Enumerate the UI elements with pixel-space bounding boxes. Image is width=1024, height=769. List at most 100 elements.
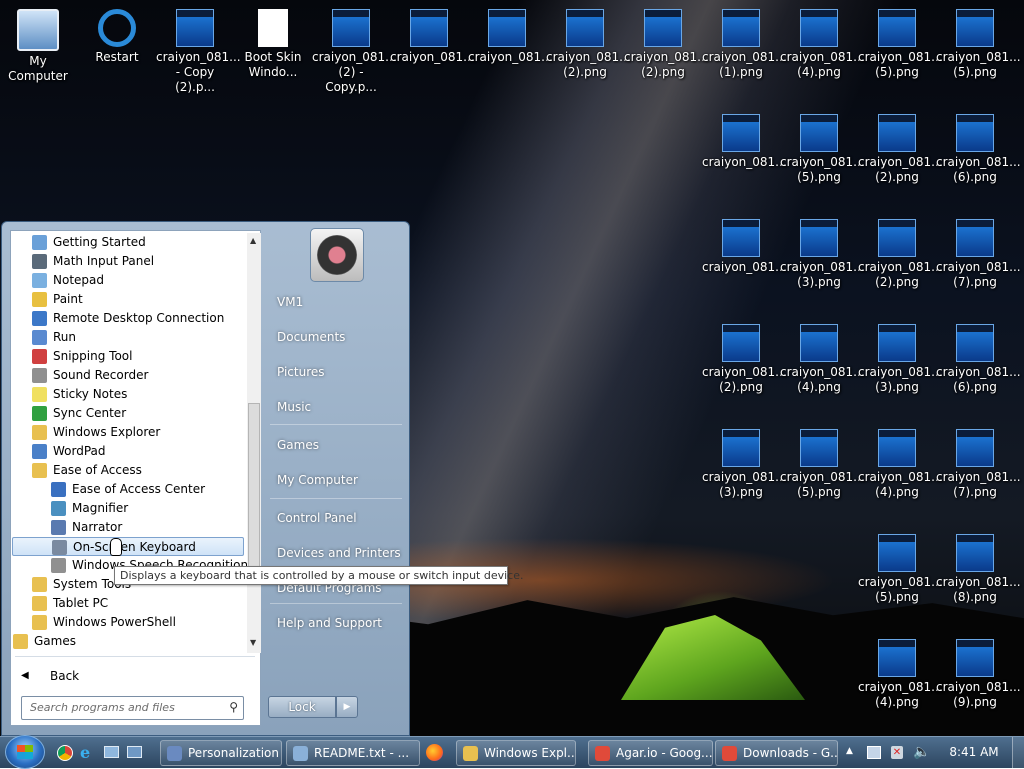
- action-center-tray-icon[interactable]: ✕: [891, 746, 903, 759]
- right-pane-item[interactable]: Games: [269, 431, 412, 459]
- start-button[interactable]: [5, 735, 45, 769]
- desktop-icon[interactable]: craiyon_081... (2).png: [702, 320, 787, 395]
- clock[interactable]: 8:41 AM: [944, 737, 1004, 768]
- program-item[interactable]: Ease of Access: [11, 461, 243, 480]
- firefox-taskbar-icon[interactable]: [426, 744, 443, 761]
- search-icon[interactable]: ⚲: [229, 700, 238, 714]
- desktop-icon[interactable]: craiyon_081... (5).png: [858, 530, 943, 605]
- program-item[interactable]: Sound Recorder: [11, 366, 243, 385]
- desktop-icon-label: craiyon_081...: [390, 50, 475, 64]
- desktop-icon[interactable]: craiyon_081... (3).png: [780, 215, 865, 290]
- program-item[interactable]: Snipping Tool: [11, 347, 243, 366]
- taskbar-button[interactable]: Personalization: [160, 740, 282, 766]
- right-pane-item[interactable]: Devices and Printers: [269, 539, 412, 567]
- desktop-icon[interactable]: craiyon_081... (7).png: [936, 215, 1021, 290]
- keyboard-icon: [52, 540, 67, 555]
- program-item[interactable]: Tablet PC: [11, 594, 243, 613]
- desktop-icon[interactable]: craiyon_081... (8).png: [936, 530, 1021, 605]
- shutdown-options-button[interactable]: ▶: [336, 696, 358, 718]
- right-pane-item[interactable]: Pictures: [269, 358, 412, 386]
- search-box[interactable]: Search programs and files ⚲: [21, 696, 244, 720]
- desktop-icon[interactable]: craiyon_081... (4).png: [858, 635, 943, 710]
- desktop-icon[interactable]: craiyon_081... (2).png: [858, 110, 943, 185]
- desktop-icon-label: (9).png: [953, 695, 997, 709]
- network-tray-icon[interactable]: [867, 746, 881, 759]
- lock-button[interactable]: Lock: [268, 696, 336, 718]
- desktop-icon[interactable]: craiyon_081...: [702, 215, 787, 275]
- desktop-icon[interactable]: craiyon_081... (3).png: [702, 425, 787, 500]
- desktop-icon[interactable]: craiyon_081... (1).png: [702, 5, 787, 80]
- image-file-icon: [800, 219, 838, 257]
- right-pane-label: VM1: [277, 295, 304, 309]
- program-list-scrollbar[interactable]: ▲ ▼: [247, 233, 261, 653]
- ie-quicklaunch-icon[interactable]: e: [80, 744, 97, 761]
- program-item[interactable]: Notepad: [11, 271, 243, 290]
- program-item[interactable]: Ease of Access Center: [11, 480, 243, 499]
- desktop-icon[interactable]: craiyon_081...: [390, 5, 475, 65]
- chrome-quicklaunch-icon[interactable]: [57, 745, 73, 761]
- right-pane-item[interactable]: Control Panel: [269, 504, 412, 532]
- right-pane-item[interactable]: VM1: [269, 288, 412, 316]
- app-icon: [722, 746, 737, 761]
- program-item[interactable]: Sticky Notes: [11, 385, 243, 404]
- back-button[interactable]: ◀ Back: [17, 665, 247, 687]
- taskbar-button[interactable]: Windows Expl...: [456, 740, 576, 766]
- desktop-icon-label: (3).png: [719, 485, 763, 499]
- desktop-icon[interactable]: craiyon_081... (5).png: [936, 5, 1021, 80]
- program-item[interactable]: Remote Desktop Connection: [11, 309, 243, 328]
- right-pane-item[interactable]: Help and Support: [269, 609, 412, 637]
- program-item[interactable]: Run: [11, 328, 243, 347]
- program-item[interactable]: WordPad: [11, 442, 243, 461]
- desktop-quicklaunch-icon[interactable]: [104, 746, 119, 758]
- program-label: On-Screen Keyboard: [73, 540, 196, 554]
- desktop-icon[interactable]: craiyon_081... (2).png: [858, 215, 943, 290]
- desktop-icon[interactable]: craiyon_081... (2).png: [546, 5, 631, 80]
- taskbar-button[interactable]: Agar.io - Goog...: [588, 740, 713, 766]
- program-item[interactable]: Windows PowerShell: [11, 613, 243, 632]
- scrollbar-thumb[interactable]: [248, 403, 260, 573]
- desktop-icon[interactable]: craiyon_081... (2).png: [624, 5, 709, 80]
- right-pane-item[interactable]: Music: [269, 393, 412, 421]
- desktop-icon[interactable]: craiyon_081... (6).png: [936, 320, 1021, 395]
- desktop-icon[interactable]: My Computer: [0, 5, 77, 84]
- switch-windows-quicklaunch-icon[interactable]: [127, 746, 142, 758]
- program-item[interactable]: Narrator: [11, 518, 243, 537]
- desktop-icon-label: (2) - Copy.p...: [325, 65, 377, 94]
- show-hidden-icons-button[interactable]: ▲: [846, 746, 853, 756]
- user-picture[interactable]: [310, 228, 364, 282]
- desktop-icon[interactable]: craiyon_081...: [468, 5, 553, 65]
- desktop-icon[interactable]: craiyon_081... (4).png: [780, 320, 865, 395]
- program-item[interactable]: Games: [11, 632, 243, 651]
- scroll-down-arrow-icon[interactable]: ▼: [250, 638, 256, 647]
- desktop-icon[interactable]: craiyon_081... (2) - Copy.p...: [312, 5, 397, 95]
- taskbar-button[interactable]: README.txt - ...: [286, 740, 420, 766]
- program-item[interactable]: Windows Explorer: [11, 423, 243, 442]
- desktop-icon[interactable]: craiyon_081... (7).png: [936, 425, 1021, 500]
- program-item[interactable]: Magnifier: [11, 499, 243, 518]
- program-item[interactable]: Paint: [11, 290, 243, 309]
- scroll-up-arrow-icon[interactable]: ▲: [250, 236, 256, 245]
- desktop-icon[interactable]: craiyon_081... (9).png: [936, 635, 1021, 710]
- show-desktop-button[interactable]: [1012, 737, 1024, 768]
- desktop-icon[interactable]: craiyon_081... (6).png: [936, 110, 1021, 185]
- program-item[interactable]: Sync Center: [11, 404, 243, 423]
- desktop-icon[interactable]: craiyon_081... (4).png: [858, 425, 943, 500]
- right-pane-item[interactable]: My Computer: [269, 466, 412, 494]
- run-icon: [32, 330, 47, 345]
- program-item[interactable]: On-Screen Keyboard: [12, 537, 244, 556]
- taskbar-button[interactable]: Downloads - G...: [715, 740, 838, 766]
- program-item[interactable]: Getting Started: [11, 233, 243, 252]
- desktop-icon[interactable]: craiyon_081... (4).png: [780, 5, 865, 80]
- document-icon: [258, 9, 288, 47]
- program-item[interactable]: Math Input Panel: [11, 252, 243, 271]
- right-pane-item[interactable]: Documents: [269, 323, 412, 351]
- volume-tray-icon[interactable]: 🔈: [913, 744, 930, 760]
- desktop-icon[interactable]: craiyon_081... - Copy (2).p...: [156, 5, 241, 95]
- desktop-icon[interactable]: craiyon_081... (5).png: [858, 5, 943, 80]
- desktop-icon[interactable]: craiyon_081... (5).png: [780, 110, 865, 185]
- desktop-icon[interactable]: Restart: [78, 5, 156, 65]
- desktop-icon[interactable]: craiyon_081...: [702, 110, 787, 170]
- desktop-icon[interactable]: craiyon_081... (3).png: [858, 320, 943, 395]
- desktop-icon[interactable]: Boot Skin Windo...: [234, 5, 312, 80]
- desktop-icon[interactable]: craiyon_081... (5).png: [780, 425, 865, 500]
